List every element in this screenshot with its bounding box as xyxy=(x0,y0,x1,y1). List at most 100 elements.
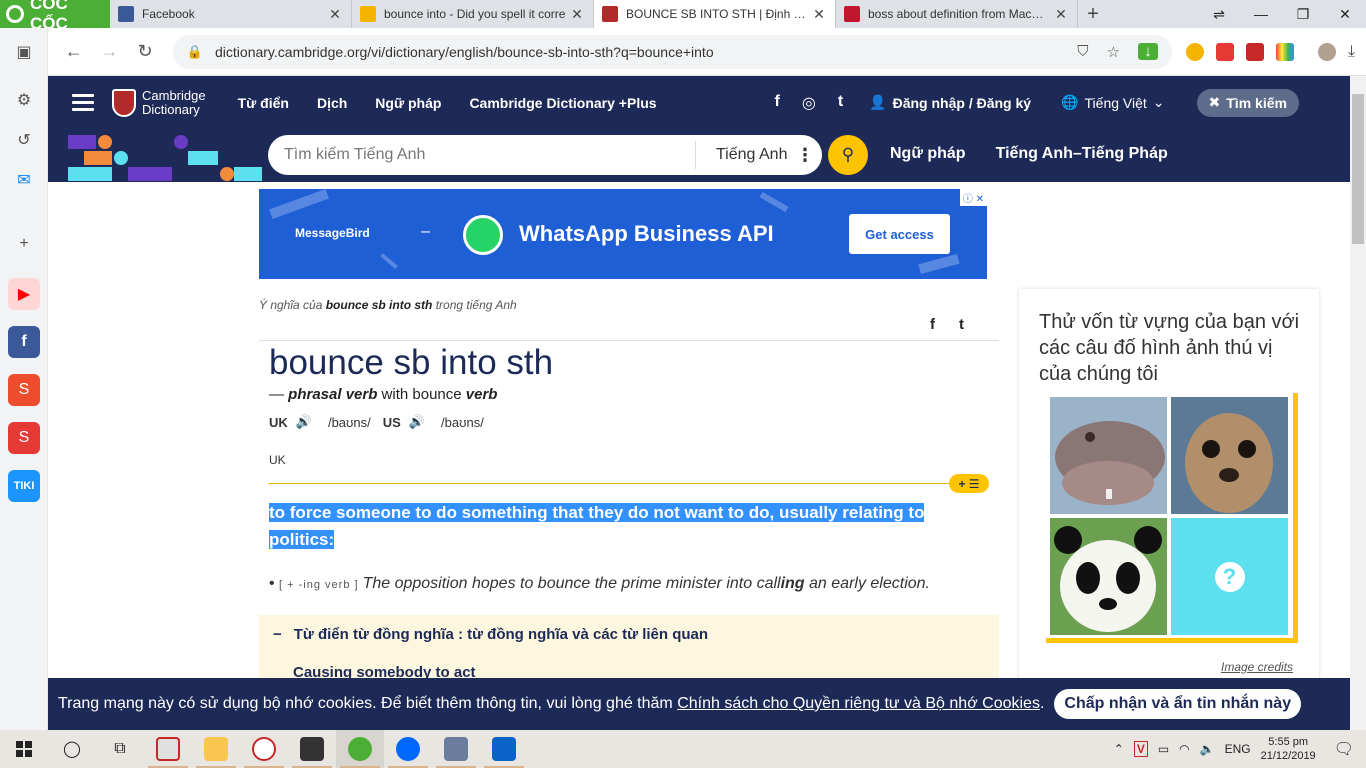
reload-icon[interactable]: ↻ xyxy=(127,41,163,62)
extension-icon[interactable] xyxy=(1186,42,1205,61)
search-language-select[interactable]: Tiếng Anh xyxy=(696,146,796,164)
add-to-list-button[interactable]: + ☰ xyxy=(949,474,989,493)
coccoc-logo-icon xyxy=(6,5,24,23)
messenger-icon[interactable]: ✉ xyxy=(8,164,40,196)
seal-image[interactable] xyxy=(1171,397,1288,514)
quiz-answer-tile[interactable]: ? xyxy=(1171,518,1288,635)
file-explorer-icon[interactable] xyxy=(192,730,240,768)
scrollbar-thumb[interactable] xyxy=(1352,94,1364,244)
battery-icon[interactable]: ▭ xyxy=(1158,742,1169,756)
outlook-icon[interactable] xyxy=(480,730,528,768)
adblock-icon[interactable] xyxy=(1216,42,1235,61)
nav-plus[interactable]: Cambridge Dictionary +Plus xyxy=(469,95,656,111)
tab-close-icon[interactable]: ✕ xyxy=(569,6,585,23)
header-search-button[interactable]: ✖ Tìm kiếm xyxy=(1196,88,1299,117)
download-video-icon[interactable]: ↓ xyxy=(1138,43,1159,60)
snipping-tool-icon[interactable] xyxy=(240,730,288,768)
facebook-icon[interactable]: f xyxy=(775,93,780,113)
search-submit-button[interactable]: ⚲ xyxy=(828,135,868,175)
close-window-button[interactable]: ✕ xyxy=(1324,0,1366,28)
shopee-icon[interactable]: S xyxy=(8,374,40,406)
volume-icon[interactable]: 🔈 xyxy=(1200,742,1215,756)
advertisement-banner[interactable]: MessageBird – WhatsApp Business API Get … xyxy=(259,189,987,279)
close-icon: ✖ xyxy=(1208,94,1221,110)
extension-icon[interactable] xyxy=(1276,42,1295,61)
thesaurus-toggle[interactable]: − Từ điển từ đồng nghĩa : từ đồng nghĩa … xyxy=(273,626,708,643)
twitter-icon[interactable]: t xyxy=(838,93,843,113)
forward-icon[interactable]: → xyxy=(92,41,128,62)
tab-spellcheck[interactable]: bounce into - Did you spell it corre ✕ xyxy=(352,0,594,28)
shield-icon[interactable]: ⛉ xyxy=(1077,43,1088,60)
back-icon[interactable]: ← xyxy=(56,41,92,62)
tab-close-icon[interactable]: ✕ xyxy=(327,6,343,23)
share-twitter-icon[interactable]: t xyxy=(959,316,964,333)
more-options-icon[interactable]: ⋮ xyxy=(796,145,822,166)
tab-macmillan[interactable]: boss about definition from Macmilla ✕ xyxy=(836,0,1078,28)
wifi-icon[interactable]: ◠ xyxy=(1179,742,1189,756)
settings-icon[interactable]: ⚙ xyxy=(8,84,40,116)
nav-translate[interactable]: Dịch xyxy=(317,95,347,111)
extension-icon[interactable] xyxy=(1246,42,1265,61)
tiki-icon[interactable]: TIKI xyxy=(8,470,40,502)
zalo-icon[interactable] xyxy=(384,730,432,768)
search-icon[interactable]: ◯ xyxy=(48,730,96,768)
unikey-icon[interactable]: V xyxy=(1133,741,1148,757)
tab-close-icon[interactable]: ✕ xyxy=(1053,6,1069,23)
youtube-icon[interactable]: ▶ xyxy=(8,278,40,310)
user-icon: 👤 xyxy=(869,94,887,110)
page-scrollbar[interactable] xyxy=(1350,76,1366,730)
sendo-icon[interactable]: S xyxy=(8,422,40,454)
new-tab-button[interactable]: + xyxy=(1078,0,1108,28)
instagram-icon[interactable]: ◎ xyxy=(802,93,816,113)
address-bar[interactable]: 🔒 dictionary.cambridge.org/vi/dictionary… xyxy=(172,34,1173,69)
panda-image[interactable] xyxy=(1050,518,1167,635)
app-icon[interactable] xyxy=(432,730,480,768)
hippo-image[interactable] xyxy=(1050,397,1167,514)
cambridge-logo[interactable]: Cambridge Dictionary xyxy=(112,88,206,117)
image-quiz-panel: Thử vốn từ vựng của bạn với các câu đố h… xyxy=(1019,289,1319,689)
coccoc-taskbar-icon[interactable] xyxy=(336,730,384,768)
clock-date: 21/12/2019 xyxy=(1260,750,1316,762)
share-facebook-icon[interactable]: f xyxy=(930,316,935,333)
sidebar-toggle-icon[interactable]: ▣ xyxy=(8,36,40,68)
nav-dictionary[interactable]: Từ điển xyxy=(238,95,289,111)
profile-avatar[interactable] xyxy=(1318,42,1337,61)
uk-audio-icon[interactable]: 🔊 xyxy=(296,414,312,430)
ad-cta-button[interactable]: Get access xyxy=(849,214,950,254)
tab-close-icon[interactable]: ✕ xyxy=(811,6,827,23)
tab-cambridge[interactable]: BOUNCE SB INTO STH | Định nghĩa ✕ xyxy=(594,0,836,28)
add-shortcut-icon[interactable]: + xyxy=(8,228,40,260)
tab-search-icon[interactable]: ⇌ xyxy=(1198,0,1240,28)
accept-cookies-button[interactable]: Chấp nhận và ẩn tin nhắn này xyxy=(1054,689,1302,719)
start-button[interactable] xyxy=(0,730,48,768)
search-input[interactable]: Tìm kiếm Tiếng Anh xyxy=(268,146,695,164)
tab-facebook[interactable]: Facebook ✕ xyxy=(110,0,352,28)
privacy-policy-link[interactable]: Chính sách cho Quyền riêng tư và Bộ nhớ … xyxy=(677,695,1040,712)
task-view-icon[interactable]: ⧉ xyxy=(96,730,144,768)
input-language[interactable]: ENG xyxy=(1225,742,1251,756)
image-credits-link[interactable]: Image credits xyxy=(1221,660,1293,674)
quick-link-english-french[interactable]: Tiếng Anh–Tiếng Pháp xyxy=(996,145,1168,163)
facebook-icon[interactable]: f xyxy=(8,326,40,358)
clock[interactable]: 5:55 pm 21/12/2019 xyxy=(1261,735,1316,763)
quick-link-grammar[interactable]: Ngữ pháp xyxy=(890,145,966,163)
menu-icon[interactable] xyxy=(72,94,94,111)
browser-tab-bar: CỐC CỐC Facebook ✕ bounce into - Did you… xyxy=(0,0,1366,33)
show-hidden-icons[interactable]: ⌃ xyxy=(1114,742,1124,756)
minimize-button[interactable]: — xyxy=(1240,0,1282,28)
us-audio-icon[interactable]: 🔊 xyxy=(409,414,425,430)
sticky-notes-icon[interactable] xyxy=(288,730,336,768)
windows-taskbar: ◯ ⧉ ⌃ V ▭ ◠ 🔈 ENG 5:55 pm 21/12/2019 🗨 xyxy=(0,730,1366,768)
notifications-icon[interactable]: 🗨 xyxy=(1334,739,1354,759)
nav-grammar[interactable]: Ngữ pháp xyxy=(375,95,441,111)
bookmark-star-icon[interactable]: ☆ xyxy=(1107,43,1120,61)
downloads-icon[interactable]: ⤓ xyxy=(1348,43,1366,61)
login-link[interactable]: 👤 Đăng nhập / Đăng ký xyxy=(869,94,1031,111)
taskbar-app[interactable] xyxy=(144,730,192,768)
url-text[interactable]: dictionary.cambridge.org/vi/dictionary/e… xyxy=(215,44,1059,60)
coccoc-logo[interactable]: CỐC CỐC xyxy=(0,0,110,33)
language-selector[interactable]: 🌐 Tiếng Việt ⌄ xyxy=(1061,94,1164,111)
ad-close-icon[interactable]: ⓘ ✕ xyxy=(959,189,987,206)
maximize-button[interactable]: ❐ xyxy=(1282,0,1324,28)
history-icon[interactable]: ↺ xyxy=(8,124,40,156)
